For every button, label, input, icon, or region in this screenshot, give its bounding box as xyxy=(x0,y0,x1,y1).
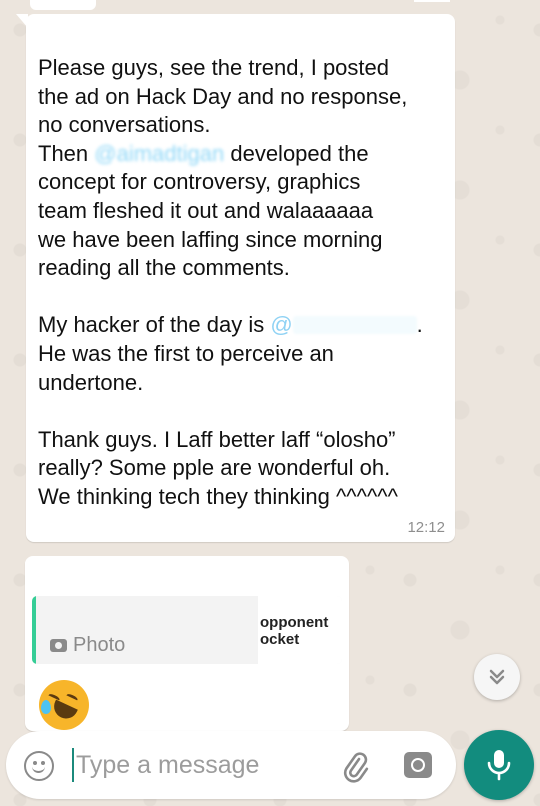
quoted-photo-thumbnail: opponent ocket xyxy=(258,596,342,664)
rolling-laughing-emoji-icon xyxy=(39,680,89,730)
message-composer xyxy=(6,731,456,799)
previous-message-edge-right xyxy=(414,0,450,2)
message-line: Thank guys. I Laff better laff “olosho” xyxy=(38,426,396,452)
mention-link[interactable]: @aimadtigan xyxy=(94,141,224,166)
message-input[interactable] xyxy=(76,747,326,783)
reply-message-bubble[interactable]: Photo opponent ocket xyxy=(25,556,349,731)
paperclip-icon[interactable] xyxy=(336,747,372,783)
message-line: Please guys, see the trend, I posted xyxy=(38,55,390,80)
thumbnail-text: ocket xyxy=(260,631,300,648)
microphone-icon xyxy=(487,750,511,781)
camera-icon[interactable] xyxy=(404,752,432,778)
camera-icon xyxy=(50,639,67,652)
message-line: concept for controversy, graphics xyxy=(38,169,361,195)
message-line: reading all the comments. xyxy=(38,255,290,281)
message-line: Then xyxy=(38,140,95,166)
scroll-to-bottom-button[interactable] xyxy=(474,654,520,700)
message-line: we have been laffing since morning xyxy=(38,226,383,252)
mention-redacted xyxy=(292,316,417,335)
quote-accent-bar xyxy=(32,596,36,664)
mention-link[interactable]: @ xyxy=(270,312,292,337)
quoted-message[interactable]: Photo opponent ocket xyxy=(32,596,342,664)
message-line: . xyxy=(416,312,423,338)
message-line: no conversations. xyxy=(38,112,211,138)
previous-message-edge xyxy=(30,0,96,10)
message-line: My hacker of the day is xyxy=(38,312,271,338)
bubble-tail xyxy=(16,14,28,28)
message-line: We thinking tech they thinking ^^^^^^ xyxy=(38,483,398,509)
incoming-message-bubble[interactable]: Please guys, see the trend, I posted the… xyxy=(16,14,455,542)
smile-curve xyxy=(32,766,45,773)
message-timestamp: 12:12 xyxy=(407,519,445,536)
emoji-eye xyxy=(65,692,79,703)
message-line: He was the first to perceive an xyxy=(38,340,334,366)
emoji-mouth xyxy=(50,699,78,723)
message-text: Please guys, see the trend, I posted the… xyxy=(38,54,448,512)
double-chevron-down-icon xyxy=(489,669,505,685)
message-line: developed the xyxy=(224,140,369,166)
quoted-type-text: Photo xyxy=(73,634,126,656)
message-line: really? Some pple are wonderful oh. xyxy=(38,455,391,481)
tear-drop xyxy=(41,700,51,714)
message-line: the ad on Hack Day and no response, xyxy=(38,83,408,109)
bubble-tail xyxy=(25,556,27,570)
text-caret xyxy=(72,748,74,782)
message-line: team fleshed it out and walaaaaaa xyxy=(38,197,374,223)
message-line: undertone. xyxy=(38,369,144,395)
emoji-icon[interactable] xyxy=(24,751,54,781)
thumbnail-text: opponent xyxy=(260,614,329,631)
mic-button[interactable] xyxy=(464,730,534,800)
quoted-photo-label: Photo xyxy=(50,634,125,657)
